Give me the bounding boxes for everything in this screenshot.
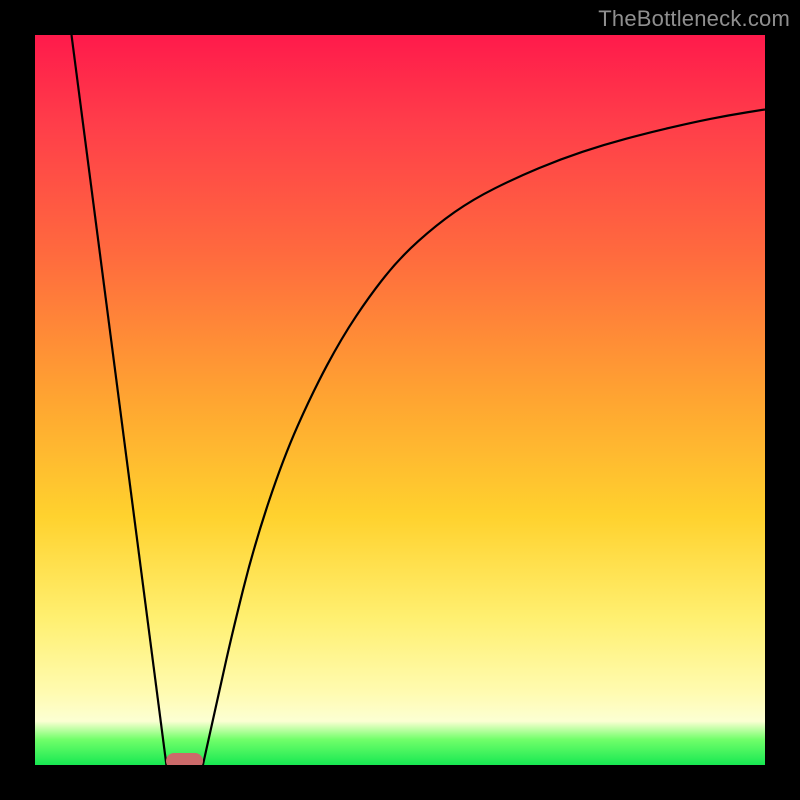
bottleneck-marker — [166, 753, 203, 765]
watermark-text: TheBottleneck.com — [598, 6, 790, 32]
curve-layer — [35, 35, 765, 765]
plot-area — [35, 35, 765, 765]
right-rising-curve — [203, 109, 765, 765]
left-falling-segment — [72, 35, 167, 765]
chart-frame: TheBottleneck.com — [0, 0, 800, 800]
